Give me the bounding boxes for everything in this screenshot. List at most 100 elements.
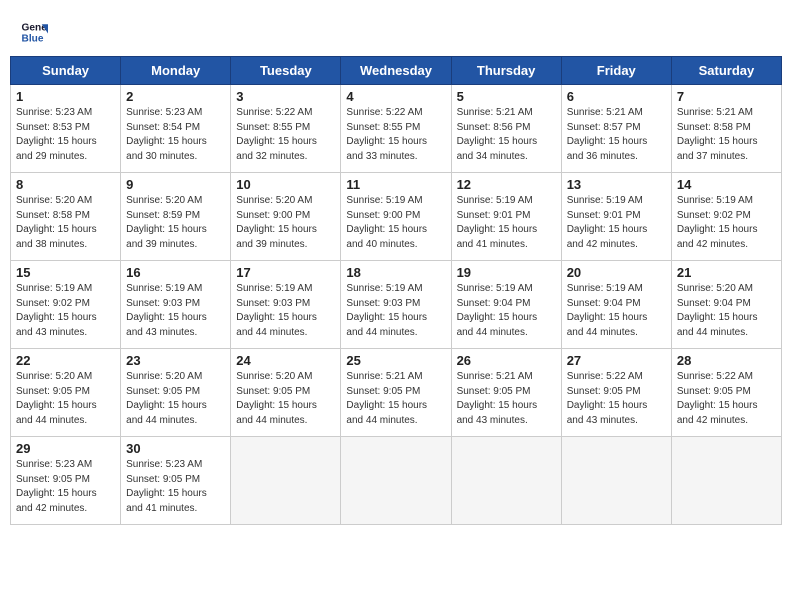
calendar-cell: 16 Sunrise: 5:19 AMSunset: 9:03 PMDaylig… <box>121 261 231 349</box>
calendar-cell: 12 Sunrise: 5:19 AMSunset: 9:01 PMDaylig… <box>451 173 561 261</box>
calendar-cell: 21 Sunrise: 5:20 AMSunset: 9:04 PMDaylig… <box>671 261 781 349</box>
calendar-week-row: 29 Sunrise: 5:23 AMSunset: 9:05 PMDaylig… <box>11 437 782 525</box>
day-number: 30 <box>126 441 225 456</box>
col-header-monday: Monday <box>121 57 231 85</box>
calendar-cell <box>561 437 671 525</box>
day-info: Sunrise: 5:22 AMSunset: 9:05 PMDaylight:… <box>677 371 758 426</box>
calendar-cell: 28 Sunrise: 5:22 AMSunset: 9:05 PMDaylig… <box>671 349 781 437</box>
calendar-cell <box>451 437 561 525</box>
day-number: 7 <box>677 89 776 104</box>
calendar-cell: 2 Sunrise: 5:23 AMSunset: 8:54 PMDayligh… <box>121 85 231 173</box>
day-info: Sunrise: 5:19 AMSunset: 9:02 PMDaylight:… <box>16 283 97 338</box>
day-number: 12 <box>457 177 556 192</box>
day-number: 6 <box>567 89 666 104</box>
day-info: Sunrise: 5:19 AMSunset: 9:01 PMDaylight:… <box>567 195 648 250</box>
calendar-cell: 14 Sunrise: 5:19 AMSunset: 9:02 PMDaylig… <box>671 173 781 261</box>
day-number: 16 <box>126 265 225 280</box>
calendar-cell: 19 Sunrise: 5:19 AMSunset: 9:04 PMDaylig… <box>451 261 561 349</box>
day-info: Sunrise: 5:19 AMSunset: 9:02 PMDaylight:… <box>677 195 758 250</box>
day-number: 24 <box>236 353 335 368</box>
day-number: 9 <box>126 177 225 192</box>
calendar-cell <box>671 437 781 525</box>
calendar-cell: 4 Sunrise: 5:22 AMSunset: 8:55 PMDayligh… <box>341 85 451 173</box>
day-info: Sunrise: 5:22 AMSunset: 8:55 PMDaylight:… <box>236 107 317 162</box>
svg-text:General: General <box>22 22 48 33</box>
day-info: Sunrise: 5:23 AMSunset: 8:54 PMDaylight:… <box>126 107 207 162</box>
calendar-cell: 7 Sunrise: 5:21 AMSunset: 8:58 PMDayligh… <box>671 85 781 173</box>
calendar-cell: 30 Sunrise: 5:23 AMSunset: 9:05 PMDaylig… <box>121 437 231 525</box>
calendar-cell: 29 Sunrise: 5:23 AMSunset: 9:05 PMDaylig… <box>11 437 121 525</box>
day-info: Sunrise: 5:19 AMSunset: 9:01 PMDaylight:… <box>457 195 538 250</box>
calendar-cell: 10 Sunrise: 5:20 AMSunset: 9:00 PMDaylig… <box>231 173 341 261</box>
day-info: Sunrise: 5:20 AMSunset: 9:05 PMDaylight:… <box>236 371 317 426</box>
day-number: 10 <box>236 177 335 192</box>
day-number: 26 <box>457 353 556 368</box>
calendar-week-row: 1 Sunrise: 5:23 AMSunset: 8:53 PMDayligh… <box>11 85 782 173</box>
logo-icon: General Blue <box>20 18 48 46</box>
day-info: Sunrise: 5:22 AMSunset: 8:55 PMDaylight:… <box>346 107 427 162</box>
day-number: 13 <box>567 177 666 192</box>
col-header-sunday: Sunday <box>11 57 121 85</box>
calendar-week-row: 22 Sunrise: 5:20 AMSunset: 9:05 PMDaylig… <box>11 349 782 437</box>
day-info: Sunrise: 5:20 AMSunset: 9:05 PMDaylight:… <box>126 371 207 426</box>
day-info: Sunrise: 5:23 AMSunset: 9:05 PMDaylight:… <box>16 459 97 514</box>
day-number: 1 <box>16 89 115 104</box>
svg-text:Blue: Blue <box>22 33 44 44</box>
calendar-cell: 9 Sunrise: 5:20 AMSunset: 8:59 PMDayligh… <box>121 173 231 261</box>
day-number: 4 <box>346 89 445 104</box>
calendar-table: SundayMondayTuesdayWednesdayThursdayFrid… <box>10 56 782 525</box>
day-number: 8 <box>16 177 115 192</box>
day-info: Sunrise: 5:19 AMSunset: 9:03 PMDaylight:… <box>126 283 207 338</box>
calendar-cell <box>231 437 341 525</box>
calendar-cell: 24 Sunrise: 5:20 AMSunset: 9:05 PMDaylig… <box>231 349 341 437</box>
day-info: Sunrise: 5:20 AMSunset: 9:00 PMDaylight:… <box>236 195 317 250</box>
day-info: Sunrise: 5:20 AMSunset: 8:58 PMDaylight:… <box>16 195 97 250</box>
calendar-cell: 5 Sunrise: 5:21 AMSunset: 8:56 PMDayligh… <box>451 85 561 173</box>
logo: General Blue <box>20 18 48 46</box>
day-info: Sunrise: 5:21 AMSunset: 9:05 PMDaylight:… <box>457 371 538 426</box>
day-number: 5 <box>457 89 556 104</box>
col-header-tuesday: Tuesday <box>231 57 341 85</box>
day-number: 28 <box>677 353 776 368</box>
day-info: Sunrise: 5:21 AMSunset: 8:58 PMDaylight:… <box>677 107 758 162</box>
calendar-cell: 27 Sunrise: 5:22 AMSunset: 9:05 PMDaylig… <box>561 349 671 437</box>
calendar-cell: 18 Sunrise: 5:19 AMSunset: 9:03 PMDaylig… <box>341 261 451 349</box>
day-number: 19 <box>457 265 556 280</box>
day-number: 22 <box>16 353 115 368</box>
calendar-cell: 3 Sunrise: 5:22 AMSunset: 8:55 PMDayligh… <box>231 85 341 173</box>
calendar-cell: 25 Sunrise: 5:21 AMSunset: 9:05 PMDaylig… <box>341 349 451 437</box>
col-header-thursday: Thursday <box>451 57 561 85</box>
calendar-cell: 22 Sunrise: 5:20 AMSunset: 9:05 PMDaylig… <box>11 349 121 437</box>
day-info: Sunrise: 5:19 AMSunset: 9:04 PMDaylight:… <box>457 283 538 338</box>
day-info: Sunrise: 5:20 AMSunset: 8:59 PMDaylight:… <box>126 195 207 250</box>
day-number: 20 <box>567 265 666 280</box>
calendar-cell: 20 Sunrise: 5:19 AMSunset: 9:04 PMDaylig… <box>561 261 671 349</box>
day-info: Sunrise: 5:19 AMSunset: 9:04 PMDaylight:… <box>567 283 648 338</box>
calendar-cell: 8 Sunrise: 5:20 AMSunset: 8:58 PMDayligh… <box>11 173 121 261</box>
calendar-cell: 13 Sunrise: 5:19 AMSunset: 9:01 PMDaylig… <box>561 173 671 261</box>
calendar-week-row: 15 Sunrise: 5:19 AMSunset: 9:02 PMDaylig… <box>11 261 782 349</box>
day-number: 21 <box>677 265 776 280</box>
col-header-saturday: Saturday <box>671 57 781 85</box>
calendar-cell: 15 Sunrise: 5:19 AMSunset: 9:02 PMDaylig… <box>11 261 121 349</box>
calendar-cell <box>341 437 451 525</box>
day-number: 15 <box>16 265 115 280</box>
day-info: Sunrise: 5:23 AMSunset: 9:05 PMDaylight:… <box>126 459 207 514</box>
col-header-friday: Friday <box>561 57 671 85</box>
calendar-cell: 11 Sunrise: 5:19 AMSunset: 9:00 PMDaylig… <box>341 173 451 261</box>
day-info: Sunrise: 5:19 AMSunset: 9:00 PMDaylight:… <box>346 195 427 250</box>
day-info: Sunrise: 5:21 AMSunset: 9:05 PMDaylight:… <box>346 371 427 426</box>
day-info: Sunrise: 5:19 AMSunset: 9:03 PMDaylight:… <box>236 283 317 338</box>
day-info: Sunrise: 5:19 AMSunset: 9:03 PMDaylight:… <box>346 283 427 338</box>
day-number: 17 <box>236 265 335 280</box>
calendar-cell: 6 Sunrise: 5:21 AMSunset: 8:57 PMDayligh… <box>561 85 671 173</box>
day-number: 27 <box>567 353 666 368</box>
day-info: Sunrise: 5:20 AMSunset: 9:04 PMDaylight:… <box>677 283 758 338</box>
calendar-cell: 23 Sunrise: 5:20 AMSunset: 9:05 PMDaylig… <box>121 349 231 437</box>
calendar-header-row: SundayMondayTuesdayWednesdayThursdayFrid… <box>11 57 782 85</box>
day-number: 3 <box>236 89 335 104</box>
day-number: 18 <box>346 265 445 280</box>
calendar-cell: 26 Sunrise: 5:21 AMSunset: 9:05 PMDaylig… <box>451 349 561 437</box>
day-number: 29 <box>16 441 115 456</box>
day-info: Sunrise: 5:21 AMSunset: 8:56 PMDaylight:… <box>457 107 538 162</box>
